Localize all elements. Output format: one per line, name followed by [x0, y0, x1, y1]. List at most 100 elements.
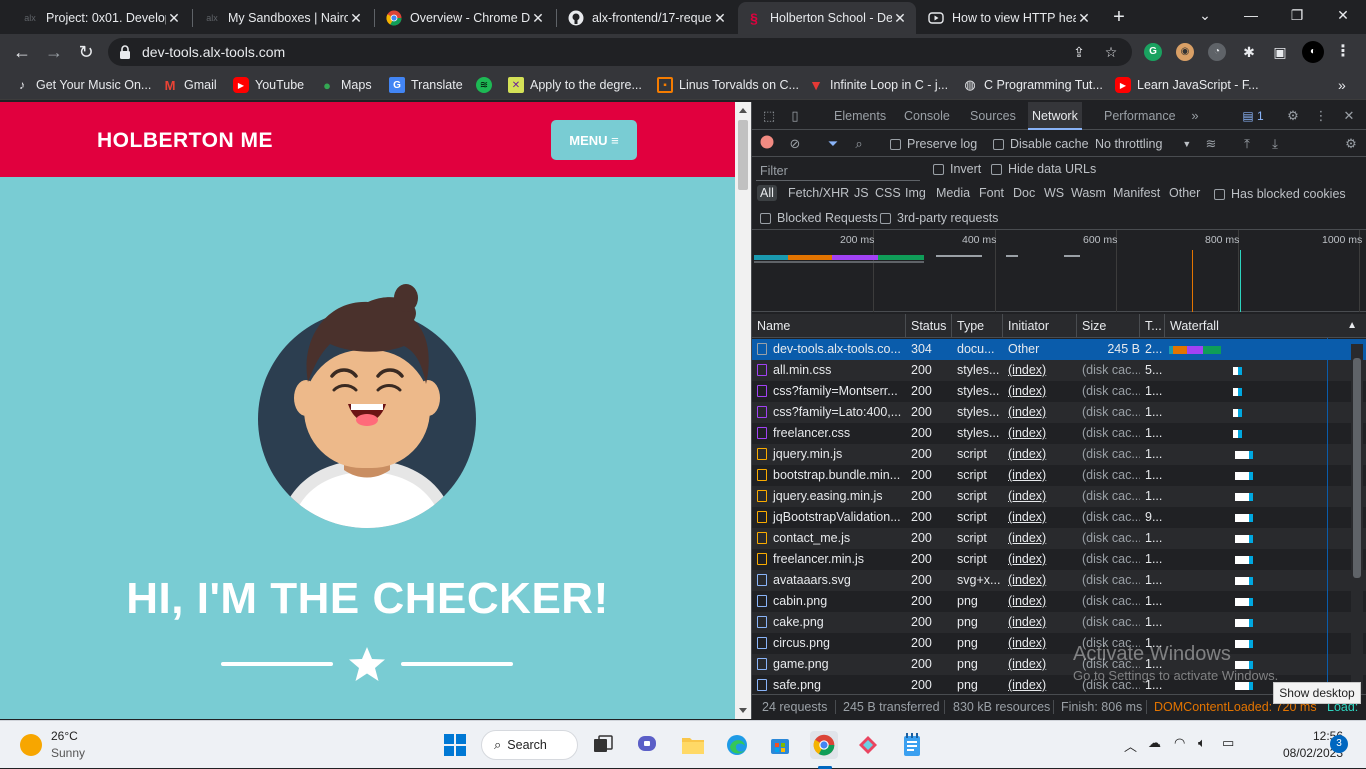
- table-row[interactable]: circus.png 200 png (index) (disk cac... 1...: [752, 633, 1366, 654]
- cell-initiator[interactable]: (index): [1003, 570, 1077, 591]
- table-row[interactable]: jquery.easing.min.js 200 script (index) (dis…: [752, 486, 1366, 507]
- close-icon[interactable]: ✕: [348, 10, 364, 27]
- bookmark-item[interactable]: ▶ Learn JavaScript - F...: [1115, 76, 1259, 94]
- battery-icon[interactable]: ▭: [1222, 735, 1234, 751]
- more-tabs-icon[interactable]: »: [1186, 107, 1204, 125]
- type-ws[interactable]: WS: [1041, 185, 1067, 201]
- forward-button[interactable]: →: [42, 40, 66, 64]
- close-window-button[interactable]: ✕: [1320, 0, 1366, 34]
- file-explorer-icon[interactable]: [679, 731, 707, 759]
- tab-sandboxes[interactable]: alx My Sandboxes | Nairol ✕: [196, 2, 372, 34]
- close-icon[interactable]: ✕: [892, 10, 908, 27]
- close-icon[interactable]: ✕: [712, 10, 728, 27]
- device-toolbar-icon[interactable]: ▯: [786, 107, 804, 125]
- table-row[interactable]: freelancer.css 200 styles... (index) (disk c…: [752, 423, 1366, 444]
- network-overview-timeline[interactable]: 200 ms 400 ms 600 ms 800 ms 1000 ms: [752, 230, 1366, 312]
- column-waterfall[interactable]: Waterfall ▲: [1165, 314, 1366, 338]
- cell-initiator[interactable]: (index): [1003, 549, 1077, 570]
- table-scrollbar[interactable]: [1351, 344, 1363, 694]
- checkbox-box[interactable]: [991, 163, 1002, 175]
- issues-badge[interactable]: ▤ 1: [1236, 107, 1270, 125]
- checkbox-box[interactable]: [880, 212, 891, 224]
- filter-icon[interactable]: ⏷: [824, 135, 842, 153]
- notification-badge[interactable]: 3: [1330, 735, 1348, 753]
- extensions-puzzle-icon[interactable]: ✱: [1240, 43, 1258, 61]
- record-icon[interactable]: [758, 135, 776, 153]
- column-status[interactable]: Status: [906, 314, 952, 338]
- type-js[interactable]: JS: [851, 185, 872, 201]
- clear-icon[interactable]: ⊘: [786, 135, 804, 153]
- bookmark-item[interactable]: ♪ Get Your Music On...: [14, 76, 151, 94]
- column-type[interactable]: Type: [952, 314, 1003, 338]
- tab-holberton[interactable]: § Holberton School - De ✕: [738, 2, 916, 34]
- sunny-weather-icon[interactable]: [20, 734, 42, 756]
- bookmark-item[interactable]: ◍ C Programming Tut...: [962, 76, 1102, 94]
- settings-gear-icon[interactable]: ⚙: [1284, 107, 1302, 125]
- disable-cache-checkbox[interactable]: Disable cache: [993, 137, 1089, 151]
- minimize-button[interactable]: —: [1228, 0, 1274, 34]
- tab-chrome-devtools[interactable]: Overview - Chrome De ✕: [378, 2, 554, 34]
- onedrive-icon[interactable]: ☁: [1148, 735, 1161, 751]
- start-windows-icon[interactable]: [441, 731, 469, 759]
- cell-initiator[interactable]: (index): [1003, 654, 1077, 675]
- tab-github[interactable]: alx-frontend/17-reque ✕: [560, 2, 736, 34]
- page-scrollbar[interactable]: [735, 102, 751, 719]
- bookmark-item[interactable]: ▶ YouTube: [233, 76, 304, 94]
- edge-browser-icon[interactable]: [723, 731, 751, 759]
- type-img[interactable]: Img: [902, 185, 929, 201]
- type-doc[interactable]: Doc: [1010, 185, 1038, 201]
- cell-initiator[interactable]: (index): [1003, 675, 1077, 694]
- table-row[interactable]: dev-tools.alx-tools.co... 304 docu... Other…: [752, 339, 1366, 360]
- bookmark-item[interactable]: ▼ Infinite Loop in C - j...: [808, 76, 948, 94]
- kebab-menu-icon[interactable]: ⋮: [1334, 43, 1352, 61]
- volume-icon[interactable]: 🔈︎: [1198, 735, 1206, 751]
- table-row[interactable]: cake.png 200 png (index) (disk cac... 1...: [752, 612, 1366, 633]
- bookmark-item[interactable]: G Translate: [389, 76, 463, 94]
- network-conditions-icon[interactable]: ≋: [1202, 135, 1220, 153]
- profile-avatar[interactable]: ◐: [1302, 41, 1324, 63]
- type-font[interactable]: Font: [976, 185, 1007, 201]
- back-button[interactable]: ←: [10, 40, 34, 64]
- tab-performance[interactable]: Performance: [1100, 102, 1180, 130]
- cell-initiator[interactable]: (index): [1003, 633, 1077, 654]
- taskbar-search-box[interactable]: ⌕ Search: [481, 730, 578, 760]
- type-manifest[interactable]: Manifest: [1110, 185, 1163, 201]
- tab-search-icon[interactable]: ⌄: [1182, 0, 1228, 34]
- table-row[interactable]: jquery.min.js 200 script (index) (disk cac..…: [752, 444, 1366, 465]
- cell-initiator[interactable]: (index): [1003, 402, 1077, 423]
- bookmark-star-icon[interactable]: ☆: [1102, 44, 1120, 62]
- column-name[interactable]: Name: [752, 314, 906, 338]
- column-size[interactable]: Size: [1077, 314, 1140, 338]
- more-options-icon[interactable]: ⋮: [1312, 107, 1330, 125]
- table-row[interactable]: bootstrap.bundle.min... 200 script (index) (…: [752, 465, 1366, 486]
- more-bookmarks-icon[interactable]: »: [1338, 76, 1346, 94]
- search-icon[interactable]: ⌕: [850, 135, 868, 153]
- cell-initiator[interactable]: (index): [1003, 360, 1077, 381]
- checkbox-box[interactable]: [933, 163, 944, 175]
- inspect-element-icon[interactable]: ⬚: [760, 107, 778, 125]
- scroll-down-icon[interactable]: [739, 708, 747, 713]
- task-view-icon[interactable]: [589, 731, 617, 759]
- chrome-taskbar-icon[interactable]: [810, 731, 838, 759]
- throttling-select[interactable]: No throttling ▼: [1095, 137, 1191, 151]
- snipping-tool-icon[interactable]: [854, 731, 882, 759]
- teams-chat-icon[interactable]: [634, 731, 662, 759]
- tab-console[interactable]: Console: [900, 102, 954, 130]
- show-hidden-icons-chevron-icon[interactable]: ︿: [1124, 736, 1137, 755]
- cell-initiator[interactable]: (index): [1003, 591, 1077, 612]
- extension-face-icon[interactable]: ◉: [1176, 43, 1194, 61]
- bookmark-item[interactable]: ▪ Linus Torvalds on C...: [657, 76, 799, 94]
- type-css[interactable]: CSS: [872, 185, 904, 201]
- side-panel-icon[interactable]: ▣: [1271, 43, 1289, 61]
- close-icon[interactable]: ✕: [166, 10, 182, 27]
- cell-initiator[interactable]: (index): [1003, 486, 1077, 507]
- checkbox-box[interactable]: [1214, 188, 1225, 200]
- reload-button[interactable]: ↻: [74, 40, 98, 64]
- tab-sources[interactable]: Sources: [966, 102, 1020, 130]
- grammarly-icon[interactable]: G: [1144, 43, 1162, 61]
- bookmark-item[interactable]: ● Maps: [319, 76, 372, 94]
- table-row[interactable]: cabin.png 200 png (index) (disk cac... 1...: [752, 591, 1366, 612]
- column-time[interactable]: T...: [1140, 314, 1165, 338]
- checkbox-box[interactable]: [760, 212, 771, 224]
- has-blocked-cookies-checkbox[interactable]: Has blocked cookies: [1214, 187, 1346, 201]
